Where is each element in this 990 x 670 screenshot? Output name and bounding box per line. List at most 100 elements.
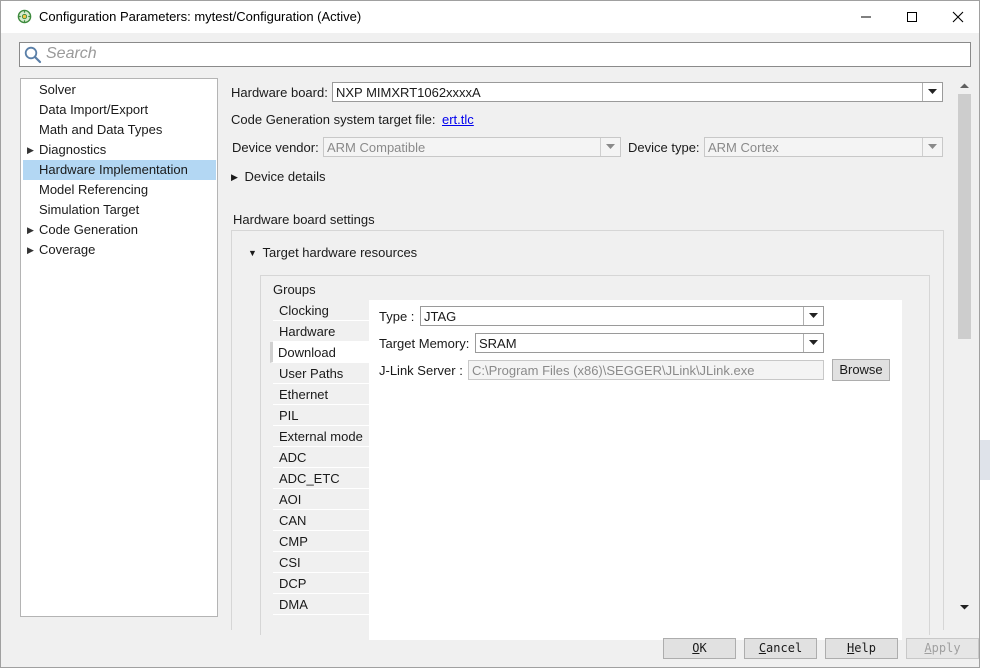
download-type-value: JTAG <box>424 309 457 324</box>
tree-item-label: Hardware Implementation <box>39 162 188 177</box>
download-type-label: Type : <box>379 309 415 324</box>
scroll-down-icon[interactable] <box>959 604 970 611</box>
group-item-hardware[interactable]: Hardware <box>273 321 369 342</box>
search-icon <box>24 46 42 64</box>
device-type-select[interactable]: ARM Cortex <box>704 137 943 157</box>
device-vendor-select[interactable]: ARM Compatible <box>323 137 621 157</box>
group-item-cmp[interactable]: CMP <box>273 531 369 552</box>
device-type-label: Device type: <box>628 140 700 155</box>
ok-rest: K <box>699 641 707 655</box>
cancel-mnemonic: C <box>758 641 767 655</box>
ok-button[interactable]: OK <box>663 638 736 659</box>
expand-arrow-icon[interactable]: ▶ <box>27 240 34 260</box>
close-button[interactable] <box>935 1 981 33</box>
hardware-board-select[interactable]: NXP MIMXRT1062xxxxA <box>332 82 943 102</box>
device-vendor-value: ARM Compatible <box>327 140 426 155</box>
target-memory-value: SRAM <box>479 336 517 351</box>
device-vendor-label: Device vendor: <box>232 140 319 155</box>
group-item-aoi[interactable]: AOI <box>273 489 369 510</box>
tree-item-code-generation[interactable]: ▶ Code Generation <box>23 220 216 240</box>
tree-item-label: Diagnostics <box>39 142 107 157</box>
device-details-toggle[interactable]: ▶ Device details <box>231 169 325 184</box>
device-type-value: ARM Cortex <box>708 140 779 155</box>
hardware-implementation-pane: Hardware board: NXP MIMXRT1062xxxxA Code… <box>227 78 953 640</box>
minimize-icon <box>861 16 871 18</box>
group-item-adc[interactable]: ADC <box>273 447 369 468</box>
tree-item-simulation-target[interactable]: Simulation Target <box>23 200 216 220</box>
group-item-dma[interactable]: DMA <box>273 594 369 615</box>
browse-button[interactable]: Browse <box>832 359 890 381</box>
device-details-label: Device details <box>244 169 326 184</box>
group-item-adc-etc[interactable]: ADC_ETC <box>273 468 369 489</box>
scroll-up-icon[interactable] <box>959 82 970 89</box>
expand-arrow-icon[interactable]: ▶ <box>27 220 34 240</box>
group-item-clocking[interactable]: Clocking <box>273 300 369 321</box>
tree-item-hardware-implementation[interactable]: Hardware Implementation <box>23 160 216 180</box>
apply-mnemonic: A <box>924 641 932 655</box>
collapse-arrow-icon: ▼ <box>248 248 257 258</box>
target-file-label: Code Generation system target file: <box>231 112 436 127</box>
tree-item-label: Math and Data Types <box>39 122 163 137</box>
group-item-external-mode[interactable]: External mode <box>273 426 369 447</box>
dropdown-arrow-icon <box>803 307 823 325</box>
groups-label: Groups <box>273 282 316 297</box>
target-resources-label: Target hardware resources <box>262 245 418 260</box>
dropdown-arrow-icon <box>922 83 942 101</box>
tree-item-label: Code Generation <box>39 222 139 237</box>
tree-item-solver[interactable]: Solver <box>23 80 216 100</box>
tree-item-label: Simulation Target <box>39 202 140 217</box>
target-resources-toggle[interactable]: ▼ Target hardware resources <box>248 245 417 260</box>
dropdown-arrow-icon <box>922 138 942 156</box>
hardware-board-label: Hardware board: <box>231 85 328 100</box>
apply-rest: pply <box>931 641 961 655</box>
search-input[interactable] <box>46 44 946 64</box>
maximize-button[interactable] <box>889 1 935 33</box>
groups-panel: Groups Clocking Hardware Download User P… <box>260 275 930 640</box>
tree-item-model-referencing[interactable]: Model Referencing <box>23 180 216 200</box>
group-item-pil[interactable]: PIL <box>273 405 369 426</box>
group-item-download[interactable]: Download <box>270 342 369 363</box>
apply-button[interactable]: Apply <box>906 638 979 659</box>
dropdown-arrow-icon <box>803 334 823 352</box>
board-settings-heading: Hardware board settings <box>233 212 375 227</box>
expand-arrow-icon[interactable]: ▶ <box>27 140 34 160</box>
target-file-link[interactable]: ert.tlc <box>442 112 474 127</box>
minimize-button[interactable] <box>843 1 889 33</box>
search-box[interactable] <box>19 42 971 67</box>
tree-item-math-data-types[interactable]: Math and Data Types <box>23 120 216 140</box>
maximize-icon <box>907 12 917 22</box>
help-button[interactable]: Help <box>825 638 898 659</box>
target-memory-select[interactable]: SRAM <box>475 333 824 353</box>
group-item-dcp[interactable]: DCP <box>273 573 369 594</box>
group-item-user-paths[interactable]: User Paths <box>273 363 369 384</box>
ok-mnemonic: O <box>692 641 700 655</box>
download-type-select[interactable]: JTAG <box>420 306 824 326</box>
cancel-button[interactable]: Cancel <box>744 638 817 659</box>
tree-item-label: Solver <box>39 82 76 97</box>
tree-item-label: Data Import/Export <box>39 102 149 117</box>
cancel-rest: ancel <box>766 641 803 655</box>
tree-item-coverage[interactable]: ▶ Coverage <box>23 240 216 260</box>
tree-item-label: Coverage <box>39 242 96 257</box>
simulink-config-icon <box>17 9 32 24</box>
window-title: Configuration Parameters: mytest/Configu… <box>39 9 362 24</box>
group-item-csi[interactable]: CSI <box>273 552 369 573</box>
tree-item-data-import-export[interactable]: Data Import/Export <box>23 100 216 120</box>
tree-item-diagnostics[interactable]: ▶ Diagnostics <box>23 140 216 160</box>
board-settings-panel: ▼ Target hardware resources Groups Clock… <box>231 230 944 640</box>
jlink-server-field[interactable]: C:\Program Files (x86)\SEGGER\JLink\JLin… <box>468 360 824 380</box>
category-tree: Solver Data Import/Export Math and Data … <box>20 78 218 617</box>
tree-item-label: Model Referencing <box>39 182 149 197</box>
hardware-board-value: NXP MIMXRT1062xxxxA <box>336 85 481 100</box>
expand-arrow-icon: ▶ <box>231 172 238 182</box>
vertical-scrollbar[interactable] <box>956 78 973 617</box>
group-item-ethernet[interactable]: Ethernet <box>273 384 369 405</box>
group-item-can[interactable]: CAN <box>273 510 369 531</box>
group-list: Clocking Hardware Download User Paths Et… <box>270 300 369 615</box>
download-settings-panel: Type : JTAG Target Memory: SRAM J-Link S… <box>369 300 902 640</box>
help-rest: elp <box>854 641 876 655</box>
config-dialog: Configuration Parameters: mytest/Configu… <box>0 0 980 668</box>
dropdown-arrow-icon <box>600 138 620 156</box>
jlink-server-value: C:\Program Files (x86)\SEGGER\JLink\JLin… <box>472 363 755 378</box>
scrollbar-thumb[interactable] <box>958 94 971 339</box>
